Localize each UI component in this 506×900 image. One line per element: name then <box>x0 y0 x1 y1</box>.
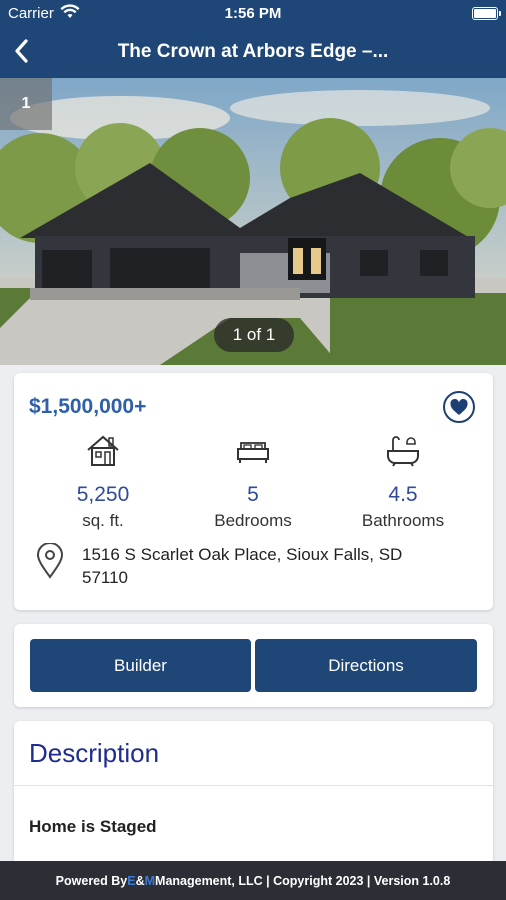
bedrooms-label: Bedrooms <box>214 511 292 530</box>
photo-pager: 1 of 1 <box>214 318 294 352</box>
description-card: Description Home is Staged <box>14 721 493 881</box>
footer-prefix: Powered By <box>55 873 128 888</box>
description-title: Description <box>29 738 160 768</box>
house-icon <box>28 433 178 469</box>
actions-card: Builder Directions <box>14 624 493 707</box>
clock: 1:56 PM <box>224 5 282 22</box>
battery-icon <box>472 7 501 20</box>
description-body: Home is Staged <box>29 817 157 836</box>
page-title: The Crown at Arbors Edge –... <box>117 41 389 62</box>
directions-button[interactable]: Directions <box>255 639 477 692</box>
footer-brand-e: E <box>127 873 136 888</box>
address-text: 1516 S Scarlet Oak Place, Sioux Falls, S… <box>82 543 452 589</box>
sqft-stat: 5,250 sq. ft. <box>28 433 178 531</box>
listing-summary-card: $1,500,000+ 5,250 sq. ft. 5 Bedrooms 4.5… <box>14 373 493 610</box>
sqft-label: sq. ft. <box>82 511 124 530</box>
bathtub-icon <box>328 433 478 469</box>
location-pin-icon <box>36 542 66 589</box>
address[interactable]: 1516 S Scarlet Oak Place, Sioux Falls, S… <box>36 542 452 589</box>
footer-brand-m: M <box>144 873 156 888</box>
address-line-1: 1516 S Scarlet Oak Place, Sioux Falls, S… <box>82 545 403 564</box>
sqft-value: 5,250 <box>76 483 130 506</box>
footer-suffix: Management, LLC | Copyright 2023 | Versi… <box>155 873 451 888</box>
favorite-button[interactable] <box>443 391 475 423</box>
footer: Powered By E & M Management, LLC | Copyr… <box>0 861 506 900</box>
bathrooms-stat: 4.5 Bathrooms <box>328 433 478 531</box>
photo-count-badge: 1 <box>0 78 52 130</box>
bedrooms-stat: 5 Bedrooms <box>178 433 328 531</box>
nav-bar: The Crown at Arbors Edge –... <box>0 32 506 72</box>
footer-brand-amp: & <box>135 873 145 888</box>
bed-icon <box>178 433 328 469</box>
address-line-2: 57110 <box>82 568 129 587</box>
status-bar: Carrier 1:56 PM <box>0 0 506 28</box>
divider <box>14 785 493 786</box>
header-bar: Carrier 1:56 PM The Crown at Arbors Edge… <box>0 0 506 78</box>
bedrooms-value: 5 <box>247 483 259 506</box>
heart-icon <box>450 398 468 415</box>
price: $1,500,000+ <box>29 395 147 418</box>
builder-button[interactable]: Builder <box>30 639 251 692</box>
bathrooms-value: 4.5 <box>388 483 418 506</box>
bathrooms-label: Bathrooms <box>361 511 445 530</box>
